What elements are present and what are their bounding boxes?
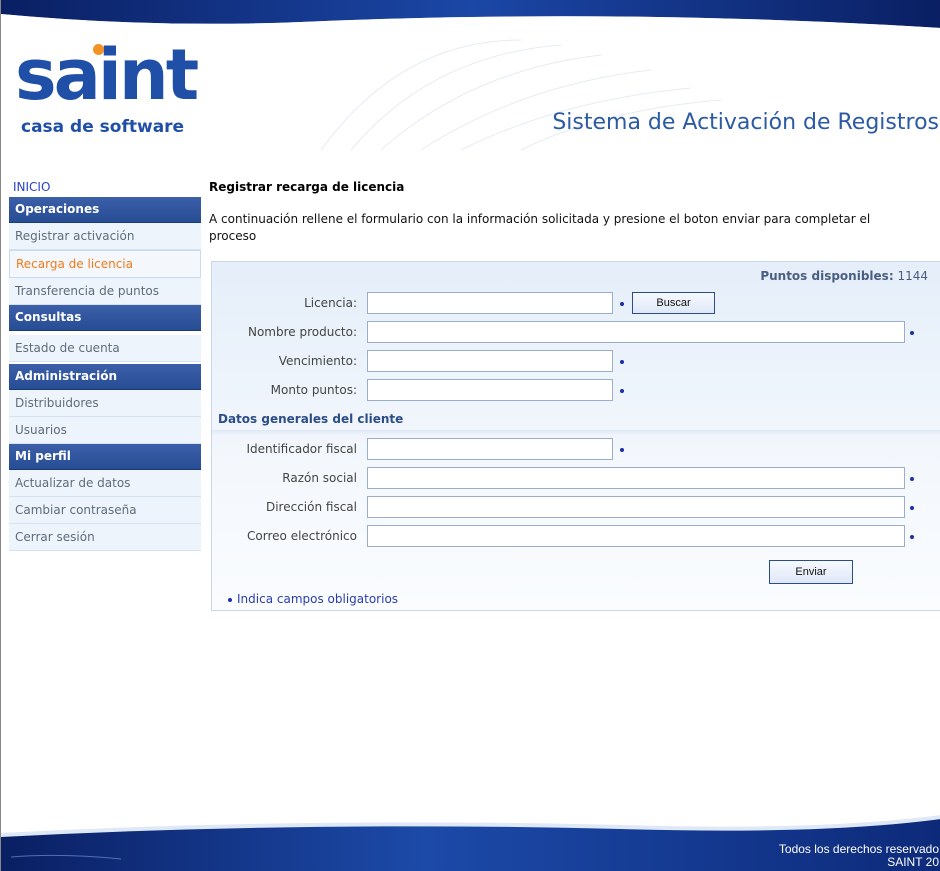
correo-label: Correo electrónico xyxy=(247,529,357,543)
enviar-button[interactable]: Enviar xyxy=(769,560,853,584)
required-dot-icon xyxy=(620,302,624,306)
direccion-fiscal-label: Dirección fiscal xyxy=(265,500,357,514)
vencimiento-label: Vencimiento: xyxy=(278,354,357,368)
sidebar-item-distribuidores[interactable]: Distribuidores xyxy=(9,390,201,417)
section-divider xyxy=(212,430,940,436)
logo-dot-icon xyxy=(93,44,104,55)
footer-copyright: Todos los derechos reservado SAINT 20 xyxy=(779,843,939,869)
nombre-producto-input[interactable] xyxy=(367,321,905,343)
sidebar-section-operaciones: Operaciones xyxy=(9,197,201,223)
licencia-label: Licencia: xyxy=(304,296,357,310)
sidebar-item-recarga-licencia[interactable]: Recarga de licencia xyxy=(9,250,201,278)
sidebar-section-consultas: Consultas xyxy=(9,305,201,331)
intro-text: A continuación rellene el formulario con… xyxy=(209,212,871,243)
required-note-text: Indica campos obligatorios xyxy=(237,592,399,606)
required-dot-icon xyxy=(910,331,914,335)
sidebar-item-usuarios[interactable]: Usuarios xyxy=(9,417,201,444)
points-value: 1144 xyxy=(897,269,928,283)
available-points: Puntos disponibles: 1144 xyxy=(760,269,928,283)
sidebar-item-transferencia-puntos[interactable]: Transferencia de puntos xyxy=(9,278,201,305)
footer-line-2: SAINT 20 xyxy=(887,855,939,869)
sidebar-item-cambiar-contrasena[interactable]: Cambiar contraseña xyxy=(9,497,201,524)
sidebar-nav: INICIO Operaciones Registrar activación … xyxy=(9,177,201,551)
logo-tagline: casa de software xyxy=(21,117,185,137)
buscar-button[interactable]: Buscar xyxy=(632,292,715,314)
page-frame: saint casa de software Sistema de Activa… xyxy=(0,0,940,871)
sidebar-item-registrar-activacion[interactable]: Registrar activación xyxy=(9,223,201,250)
system-title: Sistema de Activación de Registros xyxy=(552,110,939,135)
required-dot-icon xyxy=(620,360,624,364)
logo-wordmark: saint xyxy=(15,34,199,116)
identificador-fiscal-input[interactable] xyxy=(367,438,613,460)
required-dot-icon xyxy=(910,506,914,510)
main-content: Registrar recarga de licencia A continua… xyxy=(209,177,940,611)
direccion-fiscal-input[interactable] xyxy=(367,496,905,518)
monto-puntos-label: Monto puntos: xyxy=(270,383,357,397)
required-dot-icon xyxy=(910,535,914,539)
sidebar-item-cerrar-sesion[interactable]: Cerrar sesión xyxy=(9,524,201,551)
razon-social-label: Razón social xyxy=(282,471,357,485)
sidebar-item-actualizar-datos[interactable]: Actualizar de datos xyxy=(9,470,201,497)
required-note: Indica campos obligatorios xyxy=(228,592,398,606)
footer: Todos los derechos reservado SAINT 20 xyxy=(1,815,940,871)
page-title: Registrar recarga de licencia xyxy=(209,180,405,194)
required-dot-icon xyxy=(620,448,624,452)
monto-puntos-input[interactable] xyxy=(367,379,613,401)
license-recharge-form: Puntos disponibles: 1144 Licencia: Busca… xyxy=(211,261,940,611)
points-label: Puntos disponibles: xyxy=(760,269,894,283)
required-dot-icon xyxy=(620,389,624,393)
sidebar-item-estado-cuenta[interactable]: Estado de cuenta xyxy=(9,335,201,362)
vencimiento-input[interactable] xyxy=(367,350,613,372)
correo-input[interactable] xyxy=(367,525,905,547)
client-section-title: Datos generales del cliente xyxy=(218,412,404,426)
nombre-producto-label: Nombre producto: xyxy=(247,325,357,339)
sidebar-section-mi-perfil: Mi perfil xyxy=(9,444,201,470)
sidebar-section-administracion: Administración xyxy=(9,364,201,390)
required-dot-icon xyxy=(228,597,232,602)
sidebar-home-link[interactable]: INICIO xyxy=(9,177,201,197)
header: saint casa de software Sistema de Activa… xyxy=(1,0,940,160)
razon-social-input[interactable] xyxy=(367,467,905,489)
licencia-input[interactable] xyxy=(367,292,613,314)
required-dot-icon xyxy=(910,477,914,481)
identificador-fiscal-label: Identificador fiscal xyxy=(246,442,358,456)
